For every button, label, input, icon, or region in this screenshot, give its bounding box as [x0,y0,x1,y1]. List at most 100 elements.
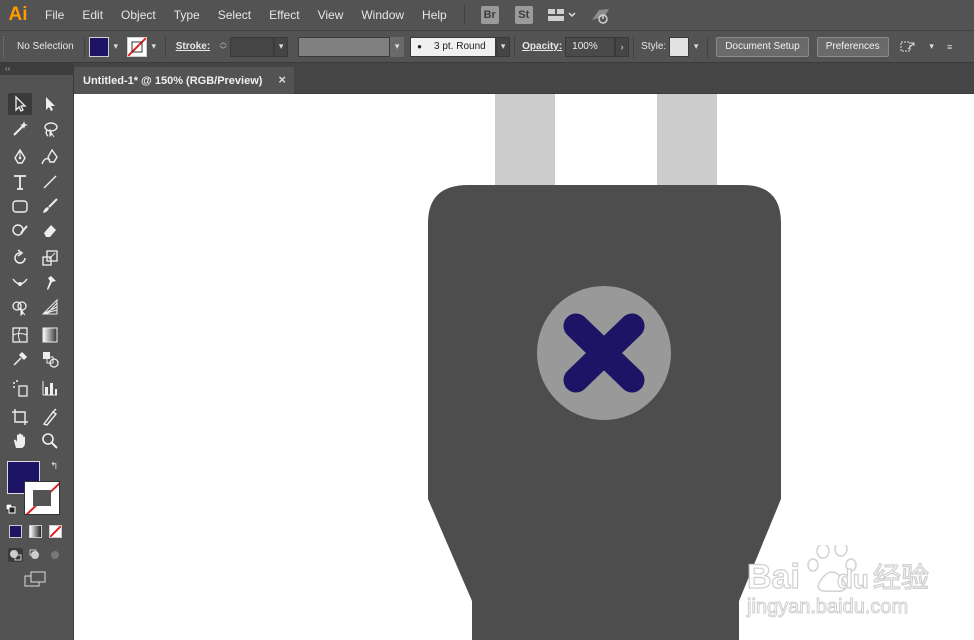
zoom-tool-icon[interactable] [38,430,62,452]
menu-effect[interactable]: Effect [260,0,308,30]
magic-wand-tool-icon[interactable] [8,118,32,140]
watermark-chinese: 经验 [873,561,929,594]
hand-tool-icon[interactable] [8,430,32,452]
document-setup-button[interactable]: Document Setup [716,36,809,57]
menu-help[interactable]: Help [413,0,456,30]
paintbrush-tool-icon[interactable] [38,195,62,217]
draw-normal-icon[interactable] [8,548,23,562]
stroke-weight-field[interactable] [230,36,275,57]
brush-value: 3 pt. Round [434,41,486,52]
opacity-label[interactable]: Opacity: [519,41,565,52]
tools-panel: ↰ [0,75,74,640]
shape-builder-tool-icon[interactable] [8,296,32,318]
app-logo: Ai [8,4,28,25]
graphic-style-swatch[interactable] [669,36,690,57]
document-tab-bar: Untitled-1* @ 150% (RGB/Preview) × [74,63,974,94]
arrange-dropdown-icon[interactable]: ▾ [925,37,939,57]
stroke-swatch[interactable] [126,36,147,57]
menu-view[interactable]: View [309,0,353,30]
rectangle-tool-icon[interactable] [8,195,32,217]
document-tab[interactable]: Untitled-1* @ 150% (RGB/Preview) × [74,67,294,94]
close-tab-icon[interactable]: × [278,72,286,87]
shaper-tool-icon[interactable] [8,219,32,241]
bridge-button[interactable]: Br [480,6,499,24]
opacity-field[interactable]: 100% [565,36,616,57]
symbol-sprayer-tool-icon[interactable] [8,377,32,399]
tools-panel-header[interactable]: ‹‹ [0,63,74,75]
artboard-tool-icon[interactable] [8,406,32,428]
none-mode-icon[interactable] [49,525,62,538]
default-fill-stroke-icon[interactable] [5,501,16,514]
mesh-tool-icon[interactable] [8,324,32,346]
eraser-tool-icon[interactable] [38,219,62,241]
panel-menu-icon[interactable]: ≡ [943,37,957,57]
selection-tool-icon[interactable] [8,93,32,115]
style-dropdown-icon[interactable]: ▾ [689,37,703,57]
color-mode-icon[interactable] [9,525,22,538]
baidu-jingyan-watermark: Bai du 经验 jingyan.baidu.com [745,541,965,620]
panel-grip[interactable] [3,35,11,58]
opacity-arrow-icon[interactable]: › [615,36,630,57]
screen-mode-icon[interactable] [24,571,48,589]
brush-definition[interactable]: ● 3 pt. Round [410,36,497,57]
column-graph-tool-icon[interactable] [38,377,62,399]
variable-width-profile[interactable] [298,36,391,57]
arrange-icon[interactable] [899,39,919,55]
blend-tool-icon[interactable] [38,348,62,370]
divider [514,35,516,58]
width-tool-icon[interactable] [8,272,32,294]
puppet-warp-tool-icon[interactable] [38,272,62,294]
style-label: Style: [641,41,667,52]
slice-tool-icon[interactable] [38,406,62,428]
menu-window[interactable]: Window [352,0,413,30]
stroke-weight-stepper[interactable]: ︿ ﹀ [216,37,230,57]
gradient-tool-icon[interactable] [38,324,62,346]
menu-file[interactable]: File [36,0,73,30]
none-stroke-icon [25,482,59,514]
stroke-weight-dropdown-icon[interactable]: ▾ [274,36,289,57]
watermark-brand: Bai [747,558,800,596]
scale-tool-icon[interactable] [38,247,62,269]
stroke-color-swatch[interactable] [24,481,60,515]
gpu-performance-icon[interactable] [589,6,613,24]
rotate-tool-icon[interactable] [8,247,32,269]
lasso-tool-icon[interactable] [38,118,62,140]
perspective-grid-tool-icon[interactable] [38,296,62,318]
plug-prong-left[interactable] [495,94,555,189]
stroke-label[interactable]: Stroke: [170,41,216,52]
draw-inside-icon[interactable] [48,548,63,562]
arrange-documents-icon[interactable] [547,7,577,23]
none-stroke-icon [127,37,146,56]
fill-swatch[interactable] [88,36,109,57]
stock-button[interactable]: St [514,6,533,24]
curvature-tool-icon[interactable] [38,146,62,168]
divider [164,35,166,58]
swap-fill-stroke-icon[interactable]: ↰ [50,461,58,472]
document-tab-title: Untitled-1* @ 150% (RGB/Preview) [83,74,263,87]
divider [707,35,709,58]
menu-select[interactable]: Select [209,0,260,30]
gradient-mode-icon[interactable] [29,525,42,538]
direct-selection-tool-icon[interactable] [38,93,62,115]
type-tool-icon[interactable] [8,171,32,193]
brush-dot-icon: ● [417,42,422,51]
menu-edit[interactable]: Edit [73,0,112,30]
divider [633,35,635,58]
menu-divider [463,5,465,25]
menu-bar: Ai File Edit Object Type Select Effect V… [0,0,974,30]
line-segment-tool-icon[interactable] [38,171,62,193]
preferences-button[interactable]: Preferences [816,36,889,57]
watermark-url: jingyan.baidu.com [746,596,908,618]
pen-tool-icon[interactable] [8,146,32,168]
menu-type[interactable]: Type [165,0,209,30]
watermark-brand-suffix: du [837,564,869,594]
eyedropper-tool-icon[interactable] [8,348,32,370]
brush-dropdown-icon[interactable]: ▾ [496,36,511,57]
profile-dropdown-icon[interactable]: ▾ [390,36,405,57]
menu-object[interactable]: Object [112,0,165,30]
fill-dropdown-icon[interactable]: ▾ [109,37,123,57]
divider [83,35,85,58]
draw-behind-icon[interactable] [28,548,43,562]
stroke-dropdown-icon[interactable]: ▾ [147,37,161,57]
plug-prong-right[interactable] [657,94,717,189]
